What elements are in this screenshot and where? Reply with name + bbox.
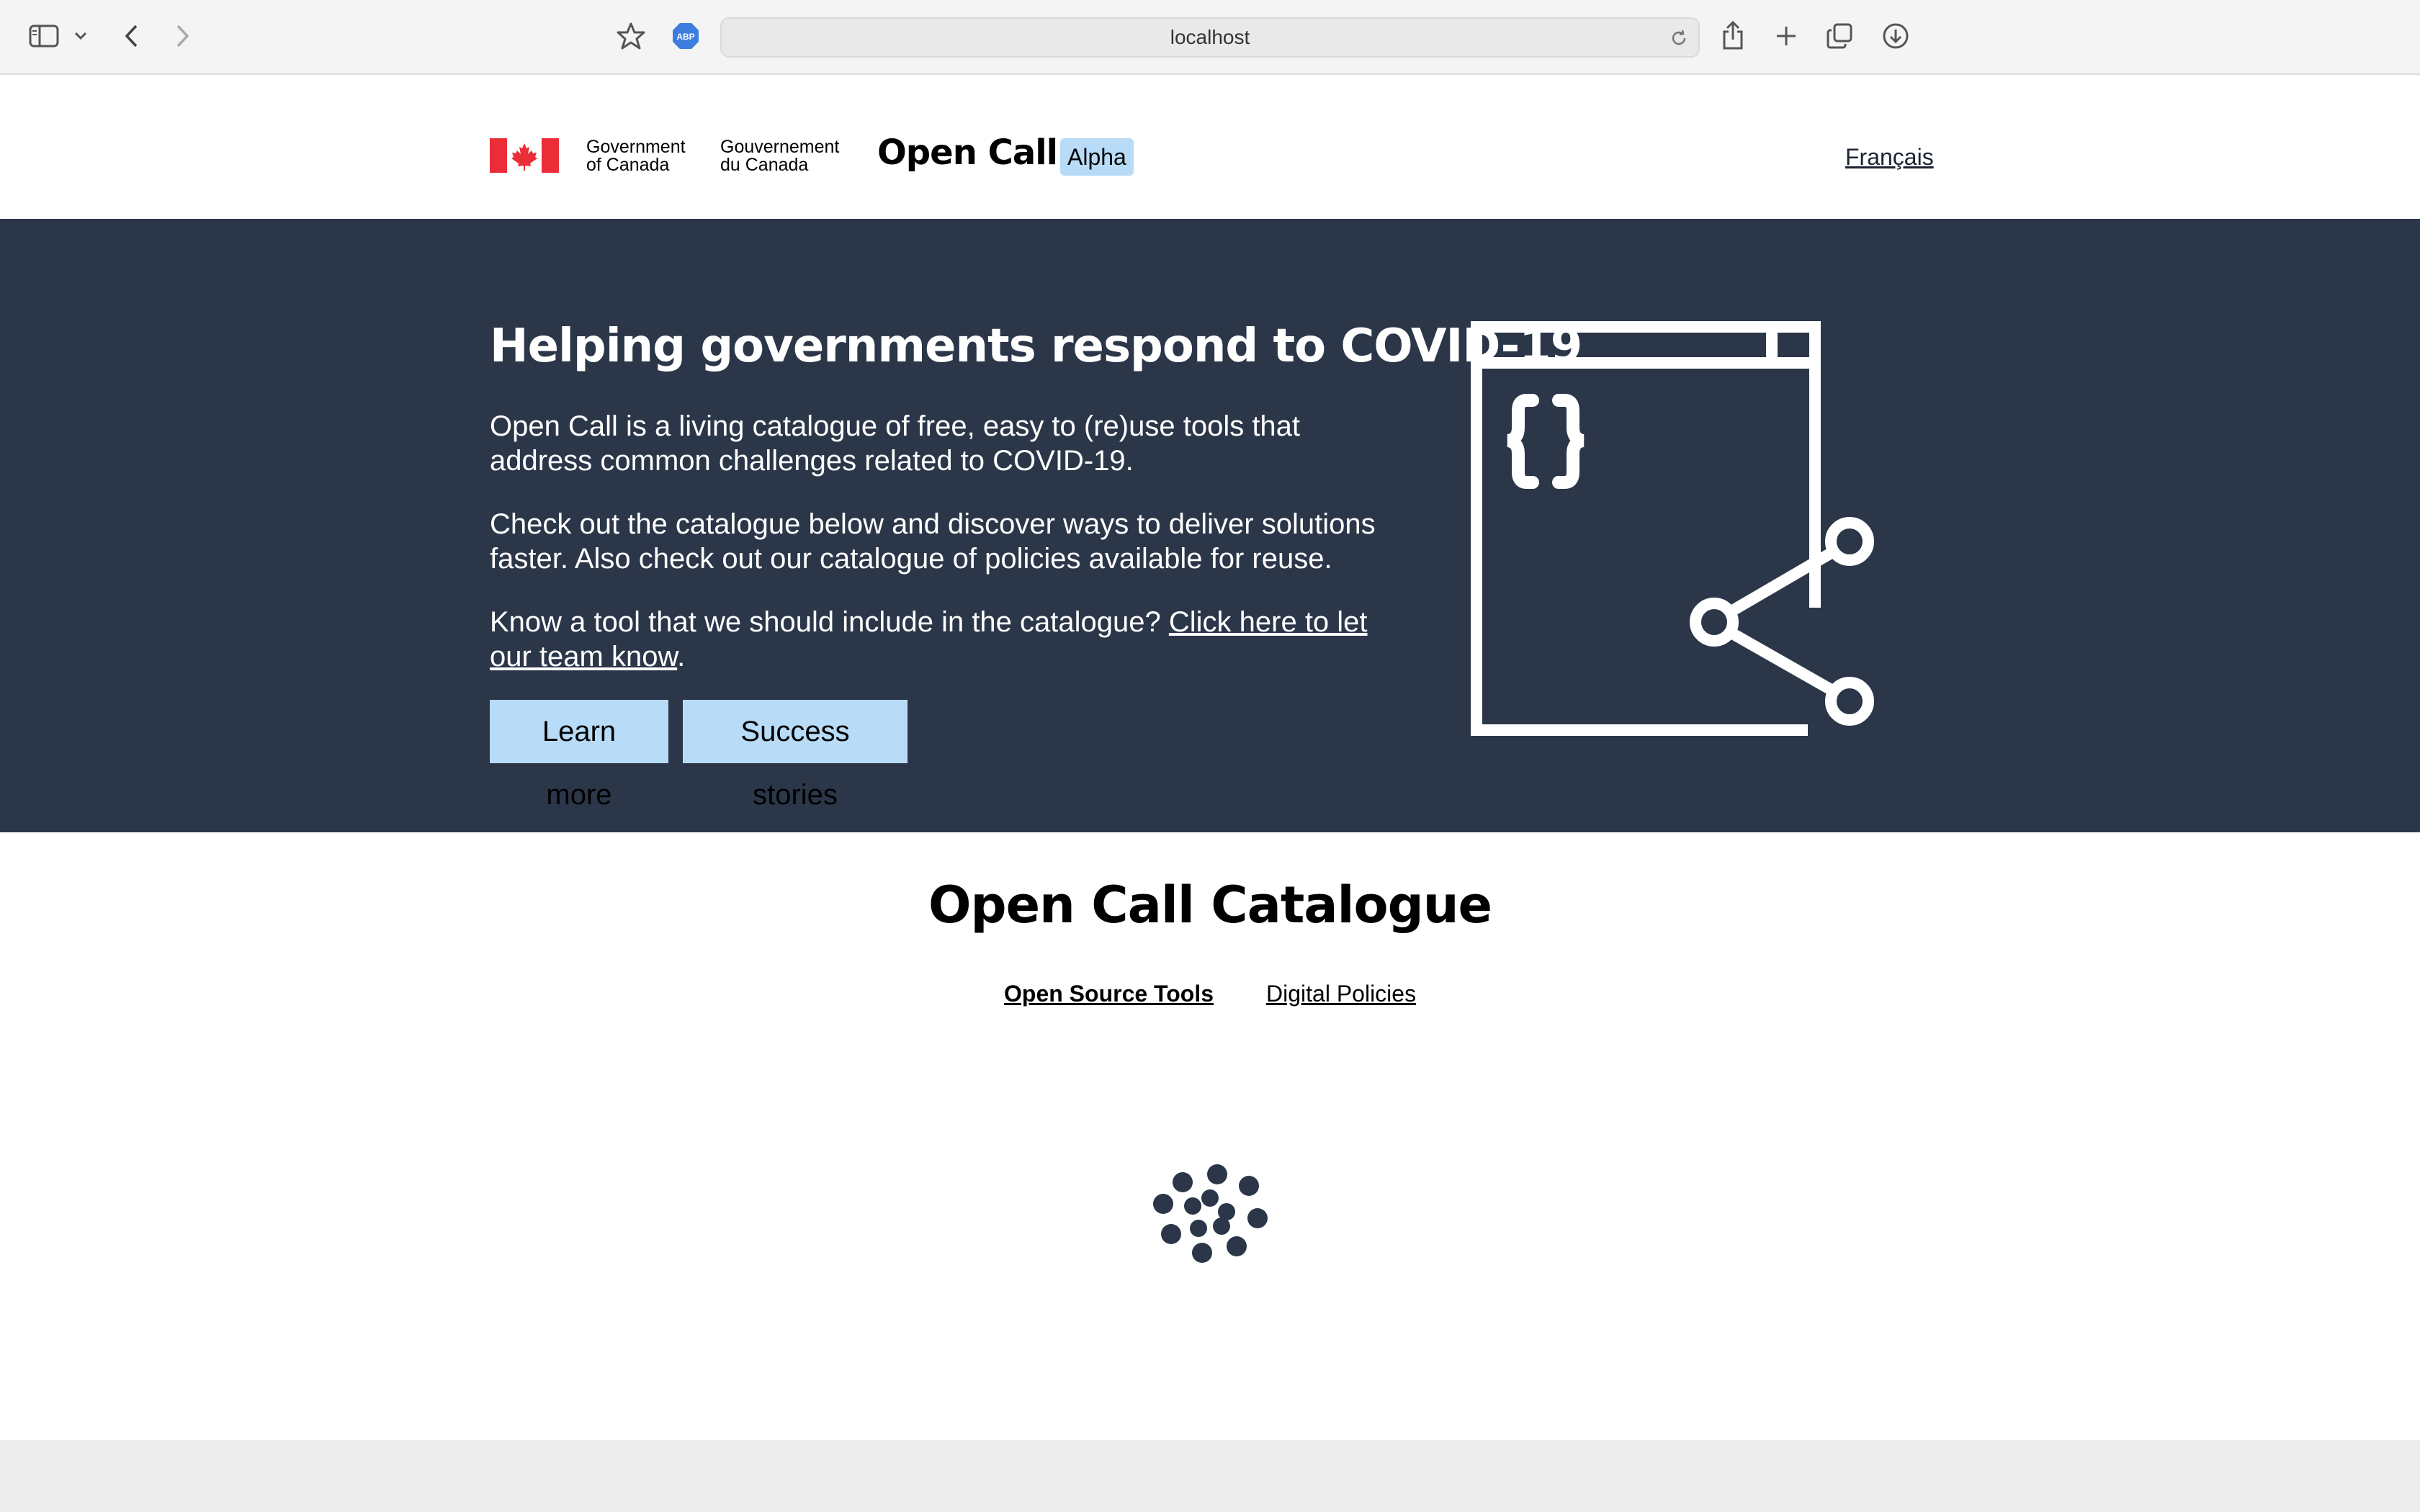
url-text: localhost: [1170, 26, 1250, 48]
site-title[interactable]: Open Call: [877, 132, 1058, 173]
hero-title: Helping governments respond to COVID-19: [490, 320, 1582, 373]
catalogue-title: Open Call Catalogue: [928, 876, 1492, 935]
government-of-canada-wordmark-en: Government of Canada: [586, 138, 686, 174]
success-stories-button[interactable]: Success stories: [683, 700, 908, 811]
share-icon[interactable]: [1718, 19, 1747, 52]
gov-fr-line1: Gouvernement: [720, 137, 840, 157]
tab-digital-policies[interactable]: Digital Policies: [1266, 981, 1416, 1007]
gov-en-line1: Government: [586, 137, 686, 157]
adblock-badge-text: ABP: [676, 32, 694, 42]
code-share-icon: [1469, 320, 1887, 737]
chevron-down-icon[interactable]: [72, 27, 89, 45]
hero-paragraph-1: Open Call is a living catalogue of free,…: [490, 410, 1301, 477]
tabs-overview-icon[interactable]: [1825, 22, 1854, 50]
spinner-icon: [1145, 1159, 1275, 1289]
hero-paragraph-3: Know a tool that we should include in th…: [490, 605, 1397, 674]
government-of-canada-wordmark-fr: Gouvernement du Canada: [720, 138, 839, 174]
alpha-badge: Alpha: [1060, 138, 1134, 176]
back-icon[interactable]: [118, 22, 144, 50]
forward-icon[interactable]: [170, 22, 196, 50]
canada-flag-icon: [490, 138, 559, 173]
sidebar-icon[interactable]: [27, 23, 60, 49]
bookmark-star-icon[interactable]: [615, 20, 647, 52]
tab-open-source-tools[interactable]: Open Source Tools: [1004, 981, 1214, 1007]
site-header: Government of Canada Gouvernement du Can…: [0, 75, 2420, 219]
browser-toolbar: ABP localhost: [0, 0, 2420, 75]
footer: [0, 1440, 2420, 1512]
adblock-icon[interactable]: ABP: [671, 22, 700, 50]
download-icon[interactable]: [1881, 22, 1910, 50]
hero-paragraph-2: Check out the catalogue below and discov…: [490, 508, 1376, 575]
hero-banner: Helping governments respond to COVID-19 …: [0, 219, 2420, 832]
gov-en-line2: of Canada: [586, 155, 670, 175]
reload-icon[interactable]: [1667, 26, 1691, 50]
new-tab-icon[interactable]: [1772, 22, 1801, 50]
address-bar[interactable]: localhost: [720, 17, 1700, 58]
hero-paragraph-3-suffix: .: [677, 641, 686, 672]
language-toggle-link[interactable]: Français: [1845, 144, 1934, 171]
hero-paragraph-3-prefix: Know a tool that we should include in th…: [490, 606, 1169, 638]
gov-fr-line2: du Canada: [720, 155, 809, 175]
learn-more-button[interactable]: Learn more: [490, 700, 668, 811]
